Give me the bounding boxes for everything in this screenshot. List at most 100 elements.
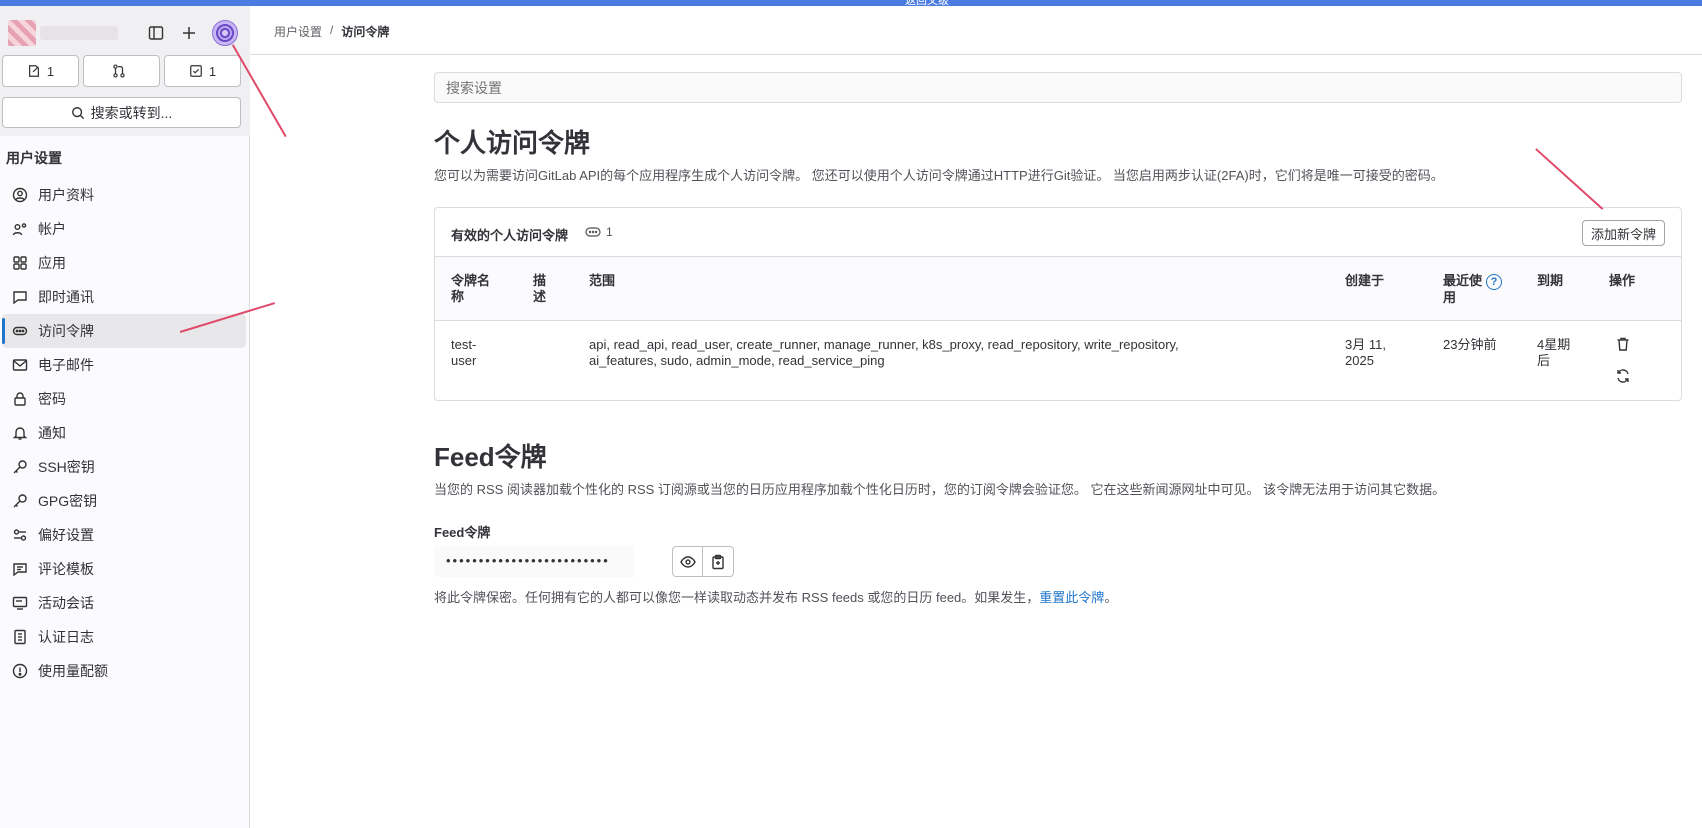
key-icon [12, 459, 28, 475]
search-or-goto-label: 搜索或转到... [90, 104, 173, 121]
table-header: 令牌名 称 描 述 范围 创建于 最近使? 用 到期 操作 [435, 257, 1681, 321]
pat-title: 个人访问令牌 [434, 128, 591, 158]
col-header-desc-line1: 描 [533, 273, 547, 288]
token-expires-line1: 4星期 [1537, 337, 1571, 352]
feed-token-field[interactable]: ••••••••••••••••••••••••• [434, 546, 634, 577]
sidebar-item-preferences[interactable]: 偏好设置 [2, 518, 246, 552]
header-divider [250, 54, 1702, 55]
feed-note-text: 将此令牌保密。任何拥有它的人都可以像您一样读取动态并发布 RSS feeds 或… [434, 590, 1040, 605]
sidebar-item-label: 偏好设置 [38, 527, 94, 543]
rotate-icon [1617, 369, 1629, 383]
sidebar-item-label: GPG密钥 [38, 493, 98, 509]
issues-icon [28, 65, 39, 77]
plus-icon[interactable] [176, 20, 202, 46]
add-new-token-button[interactable]: 添加新令牌 [1581, 220, 1665, 246]
bell-icon [12, 425, 28, 441]
rotate-token-button[interactable] [1615, 368, 1631, 388]
sidebar-item-label: 应用 [38, 255, 66, 271]
applications-icon [12, 255, 28, 271]
token-count: 1 [585, 225, 613, 239]
col-header-scopes: 范围 [589, 273, 616, 288]
token-name-line1: test- [451, 337, 477, 352]
top-banner-label[interactable]: 返回父级 [905, 0, 949, 8]
feed-token-label: Feed令牌 [434, 525, 491, 540]
sidebar-item-gpg-keys[interactable]: GPG密钥 [2, 484, 246, 518]
user-avatar[interactable] [212, 20, 238, 46]
sidebar-item-label: 使用量配额 [38, 663, 108, 679]
merge-request-icon [112, 64, 125, 78]
log-icon [12, 629, 28, 645]
sidebar-item-auth-log[interactable]: 认证日志 [2, 620, 246, 654]
reset-token-link[interactable]: 重置此令牌 [1039, 590, 1104, 605]
col-header-actions: 操作 [1609, 273, 1636, 288]
todos-count: 1 [208, 63, 217, 79]
annotation-line [1535, 148, 1604, 210]
col-header-last-used-line1: 最近使 [1443, 273, 1483, 288]
token-expires-line2: 后 [1537, 353, 1551, 368]
feed-note-end: 。 [1104, 590, 1118, 605]
token-scopes-line2: ai_features, sudo, admin_mode, read_serv… [589, 353, 885, 368]
token-icon [12, 323, 28, 339]
monitor-icon [12, 595, 28, 611]
sidebar-item-access-tokens[interactable]: 访问令牌 [2, 314, 246, 348]
copy-token-button[interactable] [703, 546, 734, 577]
token-name: test- user [451, 337, 476, 369]
todo-icon [190, 65, 202, 77]
chat-icon [12, 289, 28, 305]
sidebar-item-comment-templates[interactable]: 评论模板 [2, 552, 246, 586]
sidebar-item-ssh-keys[interactable]: SSH密钥 [2, 450, 246, 484]
token-last-used: 23分钟前 [1443, 337, 1497, 352]
token-expires: 4星期 后 [1537, 337, 1570, 369]
token-created: 3月 11, 2025 [1345, 337, 1386, 369]
sidebar-item-label: 活动会话 [38, 595, 94, 611]
comment-template-icon [12, 561, 28, 577]
search-settings-input[interactable] [434, 72, 1682, 103]
sidebar-item-label: SSH密钥 [38, 459, 95, 475]
show-token-button[interactable] [672, 546, 703, 577]
quota-icon [12, 663, 28, 679]
token-icon [585, 227, 601, 237]
feed-note: 将此令牌保密。任何拥有它的人都可以像您一样读取动态并发布 RSS feeds 或… [434, 587, 1117, 606]
account-icon [12, 221, 28, 237]
sidebar-item-label: 密码 [38, 391, 66, 407]
sidebar-item-email[interactable]: 电子邮件 [2, 348, 246, 382]
sidebar-item-label: 帐户 [38, 221, 66, 237]
sidebar: 1 1 搜索或转到... 用户设置 用户资料 帐户 应用 即时通讯 访问令牌 电… [0, 6, 250, 828]
merge-requests-button[interactable] [83, 55, 160, 87]
breadcrumb-parent[interactable]: 用户设置 [274, 23, 322, 40]
breadcrumb-current[interactable]: 访问令牌 [341, 23, 389, 40]
sidebar-item-profile[interactable]: 用户资料 [2, 178, 246, 212]
preferences-icon [12, 527, 28, 543]
revoke-token-button[interactable] [1615, 336, 1631, 356]
sidebar-item-applications[interactable]: 应用 [2, 246, 246, 280]
sidebar-item-label: 即时通讯 [38, 289, 94, 305]
col-header-desc-line2: 述 [533, 289, 547, 304]
sidebar-item-active-sessions[interactable]: 活动会话 [2, 586, 246, 620]
sidebar-item-account[interactable]: 帐户 [2, 212, 246, 246]
sidebar-item-label: 用户资料 [38, 187, 94, 203]
search-or-goto-button[interactable]: 搜索或转到... [2, 97, 241, 128]
token-scopes: api, read_api, read_user, create_runner,… [589, 337, 1179, 369]
sidebar-item-label: 访问令牌 [38, 323, 94, 339]
trash-icon [1617, 337, 1629, 351]
sidebar-item-password[interactable]: 密码 [2, 382, 246, 416]
sidebar-toggle-icon[interactable] [143, 20, 169, 46]
help-icon[interactable]: ? [1486, 273, 1503, 290]
sidebar-item-notifications[interactable]: 通知 [2, 416, 246, 450]
profile-icon [12, 187, 28, 203]
search-icon [71, 106, 84, 119]
top-banner: 返回父级 [0, 0, 1702, 8]
col-header-last-used: 最近使? 用 [1443, 273, 1503, 306]
org-name-blurred [40, 26, 118, 40]
org-avatar[interactable] [8, 20, 36, 46]
todos-count-button[interactable]: 1 [164, 55, 241, 87]
sidebar-section-title: 用户设置 [6, 150, 62, 166]
col-header-description: 描 述 [533, 273, 546, 305]
sidebar-item-label: 评论模板 [38, 561, 94, 577]
sidebar-item-usage-quotas[interactable]: 使用量配额 [2, 654, 246, 688]
issues-count-button[interactable]: 1 [2, 55, 79, 87]
lock-icon [12, 391, 28, 407]
active-tokens-card: 有效的个人访问令牌 1 添加新令牌 令牌名 称 描 述 范围 创建于 最近使? … [434, 207, 1682, 401]
card-title: 有效的个人访问令牌 [451, 228, 569, 243]
sidebar-item-chat[interactable]: 即时通讯 [2, 280, 246, 314]
